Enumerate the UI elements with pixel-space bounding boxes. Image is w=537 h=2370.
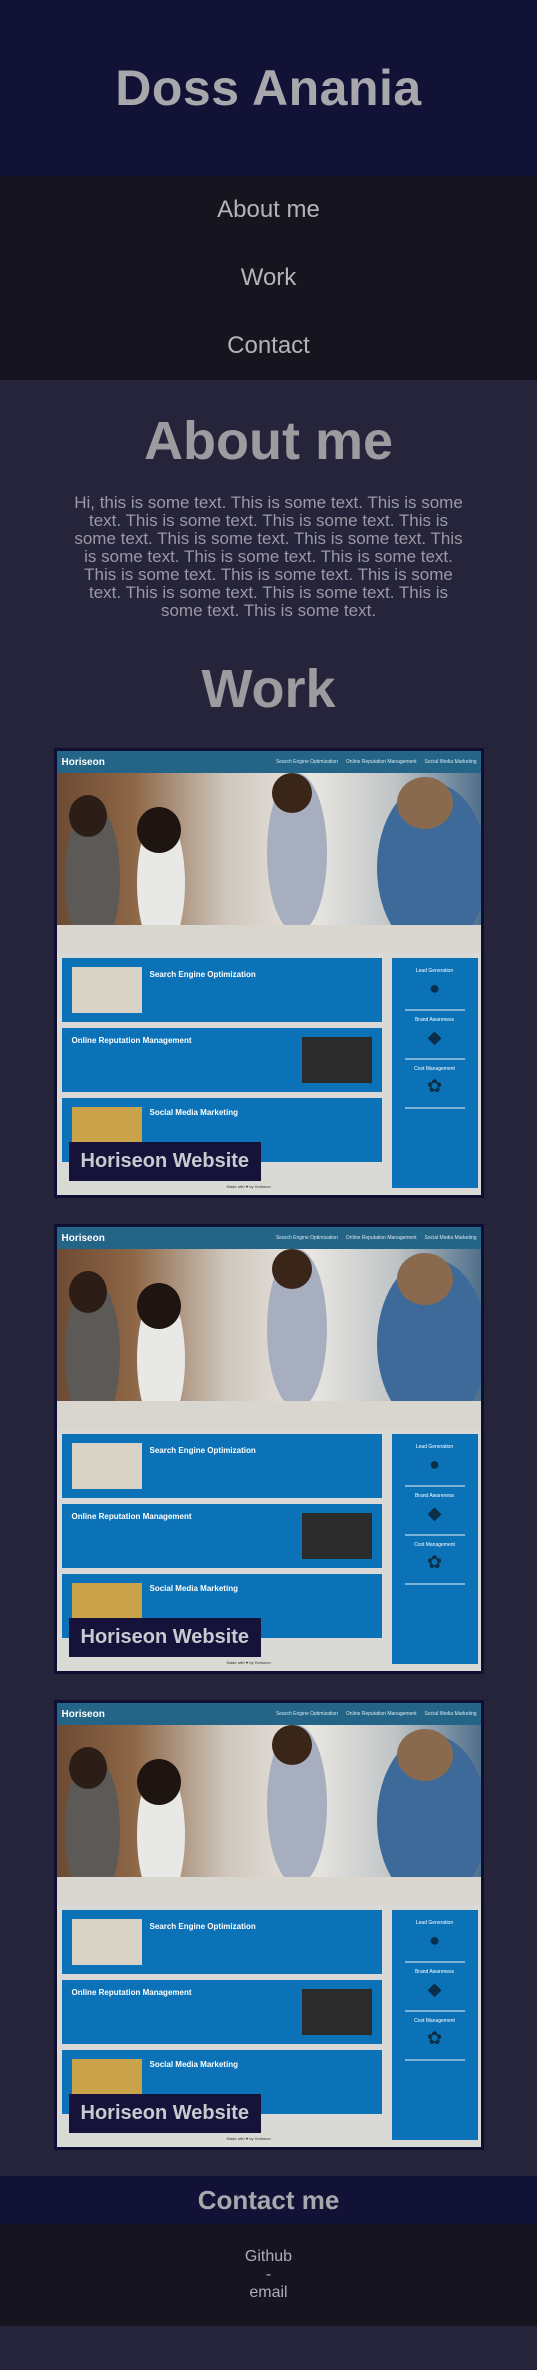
screenshot-sidebar-title: Lead Generation — [415, 1920, 454, 1926]
screenshot-item-title: Social Media Marketing — [149, 2060, 238, 2069]
site-nav: About me Work Contact — [0, 176, 537, 380]
screenshot-item: Online Reputation Management — [61, 1028, 382, 1092]
screenshot-brand: Horiseon — [61, 1708, 105, 1720]
contact-section: Contact me — [0, 2176, 537, 2224]
nav-link-work[interactable]: Work — [241, 244, 297, 312]
screenshot-nav-link: Online Reputation Management — [345, 1235, 417, 1241]
lightbulb-icon: ● — [429, 1454, 440, 1474]
screenshot-item: Online Reputation Management — [61, 1504, 382, 1568]
email-link[interactable]: email — [249, 2284, 287, 2302]
screenshot-item-title: Search Engine Optimization — [149, 1446, 256, 1455]
project-card[interactable]: Horiseon Search Engine Optimization Onli… — [53, 1224, 484, 1674]
screenshot-sidebar-title: Brand Awareness — [414, 1969, 455, 1975]
screenshot-nav-link: Online Reputation Management — [345, 759, 417, 765]
nav-link-about[interactable]: About me — [217, 176, 320, 244]
screenshot-footer: Made with ♥ by Horiseon — [226, 1184, 271, 1189]
contact-separator: - — [265, 2266, 272, 2283]
screenshot-item-title: Online Reputation Management — [71, 1988, 192, 1997]
nav-link-contact[interactable]: Contact — [227, 312, 310, 380]
contact-heading: Contact me — [197, 2184, 340, 2215]
screenshot-nav-link: Social Media Marketing — [424, 1711, 477, 1717]
project-label[interactable]: Horiseon Website — [68, 1142, 262, 1181]
screenshot-hero-image — [56, 773, 481, 953]
screenshot-nav-link: Online Reputation Management — [345, 1711, 417, 1717]
broadcast-icon: ◆ — [427, 1027, 442, 1047]
screenshot-item-title: Search Engine Optimization — [149, 1922, 256, 1931]
screenshot-sidebar: Lead Generation ● Brand Awareness ◆ Cost… — [391, 1434, 478, 1664]
screenshot-footer: Made with ♥ by Horiseon — [226, 2136, 271, 2141]
github-link[interactable]: Github — [245, 2248, 292, 2266]
screenshot-hero-image — [56, 1249, 481, 1429]
broadcast-icon: ◆ — [427, 1503, 442, 1523]
site-title: Doss Anania — [115, 60, 422, 116]
broadcast-icon: ◆ — [427, 1979, 442, 1999]
screenshot-item-title: Search Engine Optimization — [149, 970, 256, 979]
project-card[interactable]: Horiseon Search Engine Optimization Onli… — [53, 1700, 484, 2150]
screenshot-nav: Horiseon Search Engine Optimization Onli… — [56, 1227, 481, 1249]
cost-icon: ✿ — [426, 2028, 443, 2048]
screenshot-sidebar-title: Brand Awareness — [414, 1017, 455, 1023]
screenshot-nav-link: Social Media Marketing — [424, 1235, 477, 1241]
project-card[interactable]: Horiseon Search Engine Optimization Onli… — [53, 748, 484, 1198]
screenshot-item: Search Engine Optimization — [61, 1910, 382, 1974]
project-label[interactable]: Horiseon Website — [68, 2094, 262, 2133]
project-label[interactable]: Horiseon Website — [68, 1618, 262, 1657]
screenshot-nav: Horiseon Search Engine Optimization Onli… — [56, 751, 481, 773]
site-header: Doss Anania — [0, 0, 537, 176]
screenshot-sidebar-title: Cost Management — [414, 1066, 455, 1072]
screenshot-sidebar-title: Brand Awareness — [414, 1493, 455, 1499]
screenshot-sidebar-title: Cost Management — [414, 2018, 455, 2024]
cost-icon: ✿ — [426, 1076, 443, 1096]
screenshot-sidebar-title: Cost Management — [414, 1542, 455, 1548]
screenshot-sidebar-title: Lead Generation — [415, 968, 454, 974]
screenshot-nav-link: Search Engine Optimization — [275, 1235, 338, 1241]
contact-links: Github - email — [0, 2224, 537, 2326]
work-section: Work Horiseon Search Engine Optimization… — [0, 620, 537, 2150]
screenshot-hero-image — [56, 1725, 481, 1905]
screenshot-item-title: Online Reputation Management — [71, 1512, 192, 1521]
screenshot-brand: Horiseon — [61, 756, 105, 768]
screenshot-item: Online Reputation Management — [61, 1980, 382, 2044]
screenshot-nav: Horiseon Search Engine Optimization Onli… — [56, 1703, 481, 1725]
screenshot-nav-link: Search Engine Optimization — [275, 1711, 338, 1717]
about-section: About me Hi, this is some text. This is … — [0, 380, 537, 620]
screenshot-item-title: Social Media Marketing — [149, 1108, 238, 1117]
work-heading: Work — [201, 659, 336, 719]
project-list: Horiseon Search Engine Optimization Onli… — [0, 720, 537, 2150]
about-heading: About me — [144, 411, 393, 471]
screenshot-item-title: Online Reputation Management — [71, 1036, 192, 1045]
screenshot-sidebar: Lead Generation ● Brand Awareness ◆ Cost… — [391, 958, 478, 1188]
about-text: Hi, this is some text. This is some text… — [74, 493, 463, 620]
screenshot-nav-link: Search Engine Optimization — [275, 759, 338, 765]
screenshot-sidebar: Lead Generation ● Brand Awareness ◆ Cost… — [391, 1910, 478, 2140]
screenshot-item: Search Engine Optimization — [61, 1434, 382, 1498]
lightbulb-icon: ● — [429, 978, 440, 998]
screenshot-sidebar-title: Lead Generation — [415, 1444, 454, 1450]
cost-icon: ✿ — [426, 1552, 443, 1572]
screenshot-brand: Horiseon — [61, 1232, 105, 1244]
lightbulb-icon: ● — [429, 1930, 440, 1950]
screenshot-nav-link: Social Media Marketing — [424, 759, 477, 765]
screenshot-item: Search Engine Optimization — [61, 958, 382, 1022]
screenshot-item-title: Social Media Marketing — [149, 1584, 238, 1593]
screenshot-footer: Made with ♥ by Horiseon — [226, 1660, 271, 1665]
